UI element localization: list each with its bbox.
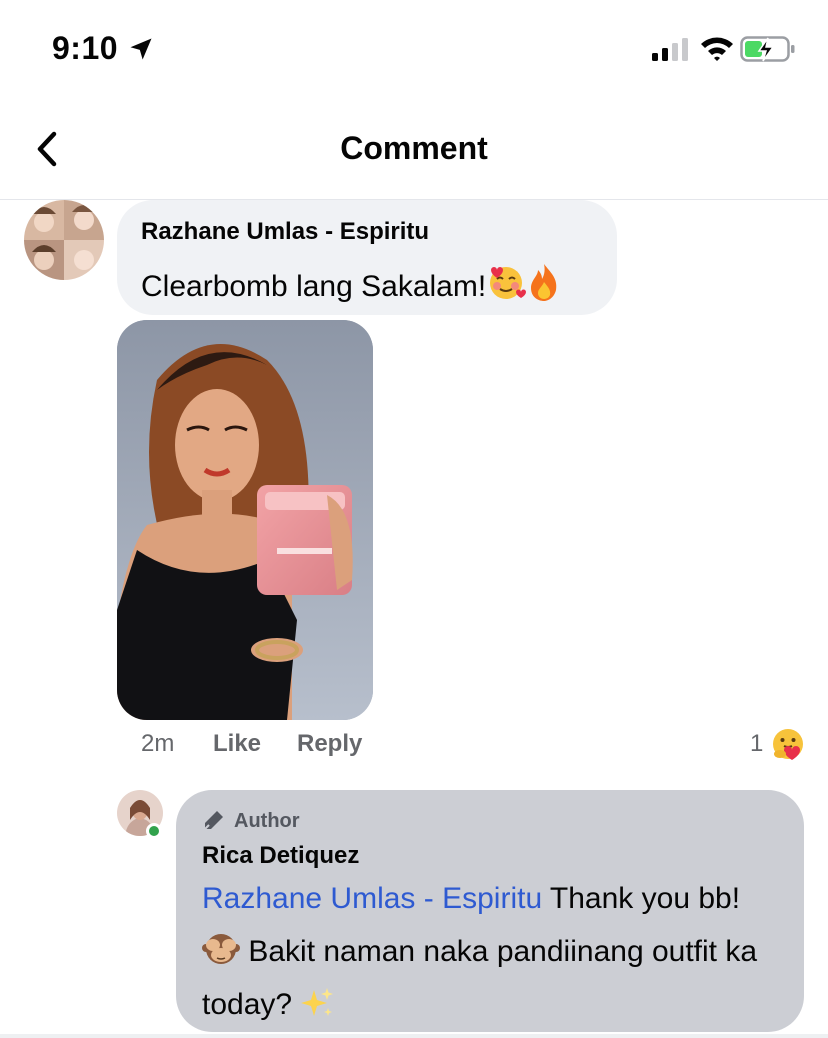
status-time: 9:10: [52, 30, 119, 66]
smiling-face-with-hearts-emoji: [490, 267, 527, 299]
comment-timestamp: 2m: [141, 730, 175, 757]
cellular-signal-icon: [652, 38, 688, 61]
avatar[interactable]: [24, 200, 104, 280]
woman-holding-pink-pouch-photo: [117, 320, 373, 720]
like-button[interactable]: Like: [213, 730, 261, 758]
header: Comment: [0, 100, 828, 200]
comment-text: Clearbomb lang Sakalam!: [141, 262, 562, 304]
reply-text-part1: Thank you bb!: [542, 882, 741, 915]
comment-photo[interactable]: [117, 320, 373, 720]
avatar-collage-image: [24, 200, 104, 280]
pen-icon: [204, 811, 223, 830]
location-arrow-icon: [130, 38, 152, 60]
reply-author-name[interactable]: Rica Detiquez: [202, 842, 359, 870]
reply-text: Razhane Umlas - Espiritu Thank you bb! B…: [202, 872, 792, 1031]
sparkles-emoji: [301, 988, 334, 1016]
fire-emoji: [531, 264, 557, 301]
comment-bubble: Razhane Umlas - Espiritu Clearbomb lang …: [117, 200, 617, 315]
care-reaction-icon[interactable]: [770, 726, 806, 762]
reply-bubble: Author Rica Detiquez Razhane Umlas - Esp…: [176, 790, 804, 1032]
wifi-icon: [701, 37, 733, 61]
comment-author-name[interactable]: Razhane Umlas - Espiritu: [141, 218, 429, 246]
reply-button[interactable]: Reply: [297, 730, 362, 758]
comment-text-body: Clearbomb lang Sakalam!: [141, 270, 487, 303]
online-status-dot: [146, 823, 162, 839]
reaction-count: 1: [750, 730, 764, 757]
mention-link[interactable]: Razhane Umlas - Espiritu: [202, 882, 542, 915]
status-bar: 9:10: [0, 0, 828, 100]
divider: [0, 1034, 828, 1038]
author-badge: Author: [234, 810, 300, 832]
battery-charging-icon: [740, 36, 795, 62]
page-title: Comment: [340, 130, 488, 166]
see-no-evil-monkey-emoji: [202, 934, 240, 964]
reply-text-part2: Bakit naman naka pandiinang outfit ka to…: [202, 935, 758, 1021]
